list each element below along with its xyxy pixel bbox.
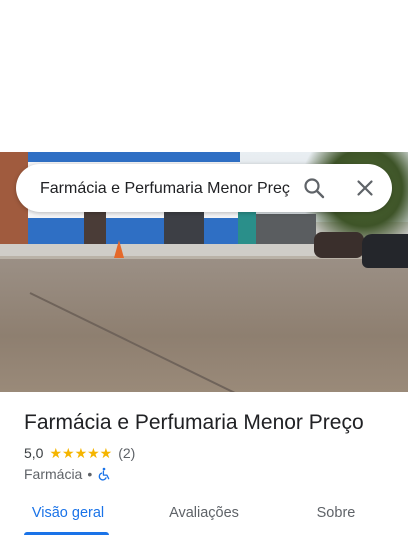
blank-area <box>0 0 408 152</box>
place-title: Farmácia e Perfumaria Menor Preço <box>24 411 364 434</box>
tab-reviews[interactable]: Avaliações <box>156 498 252 544</box>
photo-road <box>0 252 408 392</box>
search-icon[interactable] <box>302 176 326 200</box>
search-bar[interactable]: Farmácia e Perfumaria Menor Preço <box>16 164 392 212</box>
tab-overview[interactable]: Visão geral <box>24 498 112 544</box>
photo-traffic-cone <box>114 240 124 258</box>
place-info-panel: Farmácia e Perfumaria Menor Preço 5,0 ★★… <box>0 392 408 544</box>
rating-row[interactable]: 5,0 ★★★★★ (2) <box>24 444 135 462</box>
separator-dot: • <box>87 466 93 482</box>
close-icon[interactable] <box>353 176 377 200</box>
wheelchair-icon <box>97 467 111 481</box>
photo-building-dark <box>256 214 316 248</box>
photo-car <box>362 234 408 268</box>
photo-motorcycle <box>314 232 364 258</box>
active-tab-indicator <box>24 532 109 535</box>
star-rating-icons: ★★★★★ <box>49 444 113 461</box>
photo-building-teal <box>238 210 256 248</box>
tab-bar: Visão geral Avaliações Sobre <box>0 498 408 544</box>
place-category: Farmácia <box>24 466 83 482</box>
review-count[interactable]: (2) <box>118 445 135 461</box>
photo-building-top-stripe <box>28 152 240 162</box>
search-input[interactable]: Farmácia e Perfumaria Menor Preço <box>40 178 290 200</box>
tab-about[interactable]: Sobre <box>300 498 372 544</box>
rating-value: 5,0 <box>24 445 44 461</box>
category-row: Farmácia • <box>24 465 111 483</box>
